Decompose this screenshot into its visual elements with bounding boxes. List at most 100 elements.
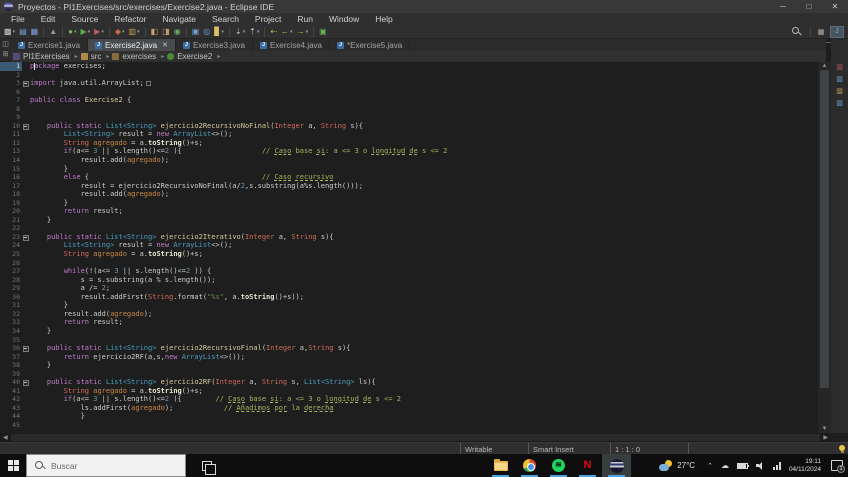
restore-left-view-2-icon[interactable]: ⊞ — [3, 50, 9, 58]
new-package-icon[interactable]: ◨ — [160, 26, 172, 38]
fold-toggle-icon[interactable] — [22, 122, 30, 131]
tab-close-icon[interactable]: ✕ — [162, 41, 168, 49]
scroll-up-icon[interactable]: ▲ — [822, 62, 828, 70]
minimize-button[interactable]: ─ — [770, 0, 796, 13]
coverage-icon[interactable]: ▥ ▾ — [127, 26, 142, 38]
menu-edit[interactable]: Edit — [33, 14, 64, 24]
taskbar-file-explorer-button[interactable] — [486, 454, 515, 477]
fold-toggle-icon[interactable] — [22, 233, 30, 242]
run-icon[interactable]: ▶ ▾ — [78, 26, 92, 38]
profile-icon[interactable]: ▶ ▾ — [92, 26, 106, 38]
minimize-view-button[interactable]: ─ — [826, 40, 831, 48]
search-icon[interactable]: ◎ — [201, 26, 212, 38]
line-number: 16 — [12, 173, 20, 182]
pin-editor-icon[interactable]: ▣ — [317, 26, 329, 38]
taskbar-search-input[interactable]: Buscar — [26, 454, 186, 477]
tab-exercise2java[interactable]: J Exercise2.java ✕ — [88, 39, 176, 51]
horizontal-scrollbar[interactable]: ◀ ▶ — [0, 433, 831, 442]
new-wizard-icon[interactable]: ▩ ▾ — [2, 26, 17, 38]
vertical-scrollbar[interactable]: ▲ ▼ — [818, 62, 831, 433]
fold-toggle-icon[interactable] — [22, 378, 30, 387]
fold-toggle-icon[interactable] — [22, 344, 30, 353]
fold-gutter — [22, 370, 30, 379]
open-perspective-icon[interactable]: ▦ — [814, 26, 828, 38]
tab-exercise4java[interactable]: J Exercise4.java — [253, 39, 330, 51]
line-number: 43 — [12, 403, 20, 412]
minimized-view-1-icon[interactable]: ▥ — [835, 63, 844, 72]
fold-gutter — [22, 96, 30, 105]
minimized-view-4-icon[interactable]: ▥ — [835, 99, 844, 108]
taskbar-eclipse-button[interactable] — [602, 454, 631, 477]
breadcrumb-item-pi1exercises[interactable]: PI1Exercises — [13, 52, 70, 61]
onedrive-cloud-icon[interactable]: ☁ — [721, 461, 729, 470]
fold-gutter — [22, 241, 30, 250]
horizontal-scrollbar-thumb[interactable] — [10, 434, 821, 441]
minimized-view-3-icon[interactable]: ▥ — [835, 87, 844, 96]
menu-search[interactable]: Search — [204, 14, 247, 24]
task-view-button[interactable] — [194, 454, 220, 477]
speaker-icon[interactable] — [755, 461, 765, 470]
battery-icon[interactable] — [736, 462, 750, 469]
tab-exercise1java[interactable]: J Exercise1.java — [11, 39, 89, 51]
new-java-project-icon[interactable]: ◧ — [149, 26, 161, 38]
vertical-scrollbar-thumb[interactable] — [820, 70, 829, 388]
last-edit-location-icon[interactable]: ⇠ — [268, 26, 279, 38]
menu-file[interactable]: File — [3, 14, 33, 24]
code-line: 32 result.add(agregado); — [0, 310, 818, 319]
taskbar-netflix-button[interactable]: N — [573, 454, 602, 477]
menu-refactor[interactable]: Refactor — [106, 14, 154, 24]
code-line: 11 List<String> result = new ArrayList<>… — [0, 130, 818, 139]
code-line: 36 public static List<String> ejercicio2… — [0, 344, 818, 353]
minimized-view-2-icon[interactable]: ▥ — [835, 75, 844, 84]
start-button[interactable] — [0, 454, 26, 477]
forward-icon[interactable]: → ▾ — [295, 26, 311, 38]
line-number: 23 — [12, 232, 20, 241]
breadcrumb-item-src[interactable]: src — [80, 52, 101, 61]
code-editor[interactable]: 1 package exercises; 2 3 import java.util.Ar… — [0, 62, 818, 433]
menu-bar: File Edit Source Refactor Navigate Search Proj… — [0, 13, 848, 25]
breadcrumb-item-exercises[interactable]: exercises — [112, 52, 156, 61]
weather-widget[interactable]: 27°C — [659, 459, 695, 472]
new-class-icon[interactable]: ◉ — [172, 26, 183, 38]
menu-navigate[interactable]: Navigate — [154, 14, 204, 24]
restore-left-view-1-icon[interactable]: ◫ — [2, 40, 9, 48]
mark-occurrences-icon[interactable]: ▊ ▾ — [212, 26, 226, 38]
line-number: 25 — [12, 250, 20, 259]
code-line: 6 — [0, 88, 818, 97]
notification-center-icon[interactable]: 1 — [831, 460, 845, 473]
build-icon[interactable]: ▲ — [47, 26, 59, 38]
scroll-left-icon[interactable]: ◀ — [0, 434, 11, 441]
scroll-down-icon[interactable]: ▼ — [822, 425, 828, 433]
menu-help[interactable]: Help — [367, 14, 400, 24]
previous-annotation-icon[interactable]: ⇡ ▾ — [247, 26, 261, 38]
save-all-icon[interactable]: ▦ — [29, 26, 41, 38]
scroll-right-icon[interactable]: ▶ — [820, 434, 831, 441]
line-number: 44 — [12, 412, 20, 421]
breadcrumb-arrow-icon: ▸ — [217, 54, 221, 60]
fold-gutter — [22, 361, 30, 370]
clock[interactable]: 19:11 04/11/2024 — [789, 458, 821, 474]
tab-exercise5java[interactable]: J *Exercise5.java — [330, 39, 411, 51]
menu-window[interactable]: Window — [321, 14, 367, 24]
search-icon[interactable] — [792, 27, 801, 36]
close-button[interactable]: ✕ — [822, 0, 848, 13]
save-icon[interactable]: ▤ — [17, 26, 29, 38]
back-icon[interactable]: ← ▾ — [279, 26, 295, 38]
taskbar-chrome-button[interactable] — [515, 454, 544, 477]
java-perspective-icon[interactable]: J — [830, 25, 844, 38]
fold-toggle-icon[interactable] — [22, 79, 30, 88]
next-annotation-icon[interactable]: ⇣ ▾ — [233, 26, 247, 38]
menu-run[interactable]: Run — [289, 14, 321, 24]
menu-source[interactable]: Source — [63, 14, 106, 24]
breadcrumb-item-exercise2[interactable]: Exercise2 — [167, 52, 212, 61]
menu-project[interactable]: Project — [247, 14, 289, 24]
network-signal-icon[interactable] — [772, 461, 781, 470]
hidden-icons-chevron-icon[interactable]: ⌃ — [707, 462, 713, 470]
maximize-button[interactable]: □ — [796, 0, 822, 13]
lamp-icon[interactable] — [839, 445, 845, 453]
external-tools-icon[interactable]: ◆ ▾ — [113, 26, 127, 38]
debug-icon[interactable]: ● ▾ — [66, 26, 78, 38]
open-task-icon[interactable]: ▣ — [190, 26, 202, 38]
tab-exercise3java[interactable]: J Exercise3.java — [176, 39, 253, 51]
taskbar-spotify-button[interactable]: ≋ — [544, 454, 573, 477]
